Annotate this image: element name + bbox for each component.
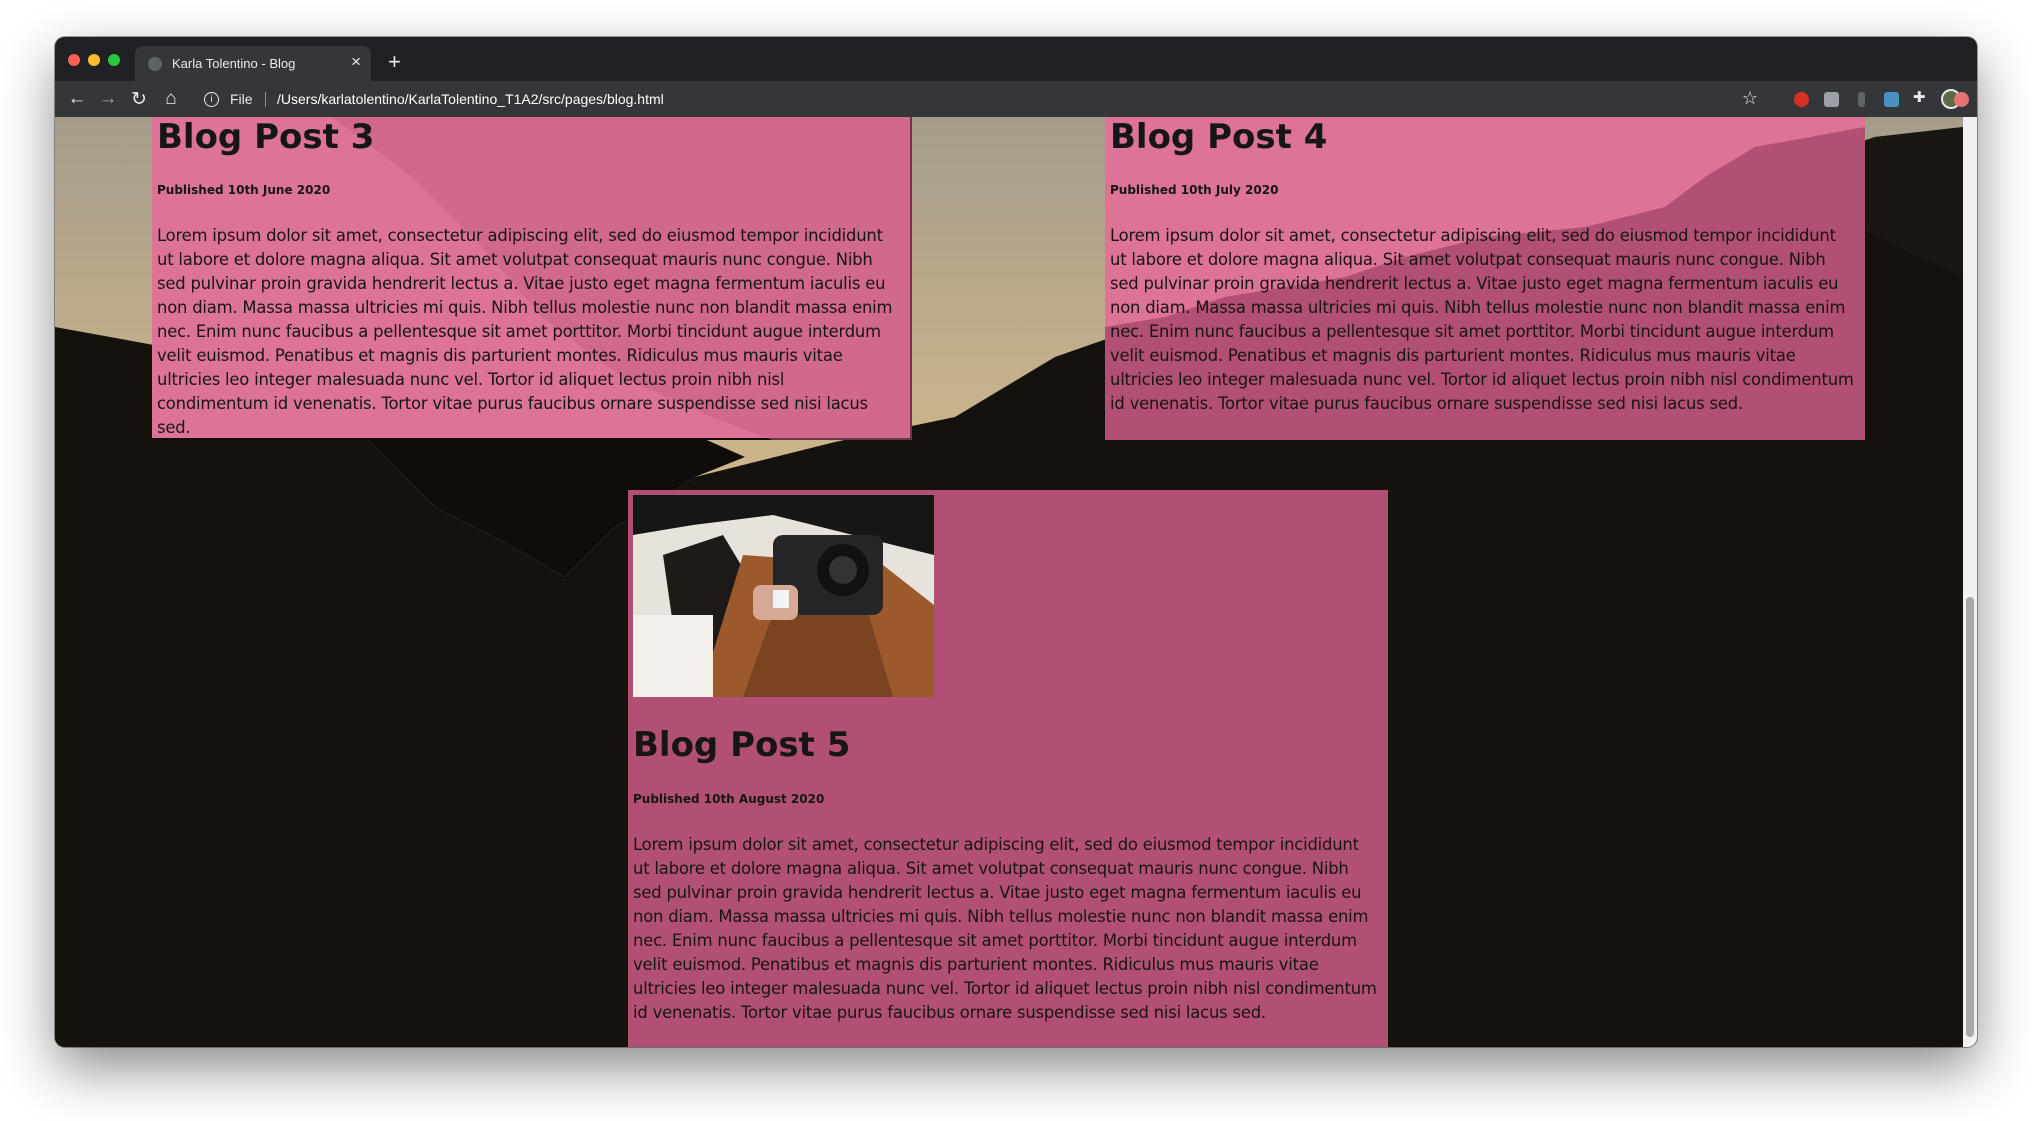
extensions-puzzle-icon[interactable]: ✚ <box>1913 88 1928 106</box>
scheme-label: File <box>230 91 253 107</box>
scrollbar-thumb[interactable] <box>1966 597 1974 1037</box>
close-tab-icon[interactable]: × <box>351 52 361 72</box>
post-body: Lorem ipsum dolor sit amet, consectetur … <box>633 835 1377 1022</box>
info-icon[interactable]: i <box>204 92 219 107</box>
post-title: Blog Post 3 <box>157 117 375 157</box>
vertical-scrollbar[interactable] <box>1963 117 1977 1047</box>
browser-window: Karla Tolentino - Blog × + ← → ↻ ⌂ i Fil… <box>55 37 1977 1047</box>
browser-tab[interactable]: Karla Tolentino - Blog × <box>135 46 371 81</box>
back-arrow-icon[interactable]: ← <box>66 88 88 110</box>
post-body: Lorem ipsum dolor sit amet, consectetur … <box>157 226 893 437</box>
reload-icon[interactable]: ↻ <box>128 88 150 111</box>
blog-post-card: Blog Post 3 Published 10th June 2020 Lor… <box>152 117 912 440</box>
post-body: Lorem ipsum dolor sit amet, consectetur … <box>1110 226 1854 413</box>
forward-arrow-icon[interactable]: → <box>97 88 119 110</box>
tab-title: Karla Tolentino - Blog <box>172 56 296 71</box>
maximize-window-button[interactable] <box>108 54 120 66</box>
browser-toolbar: ← → ↻ ⌂ i File /Users/karlatolentino/Kar… <box>55 81 1977 117</box>
star-icon[interactable]: ☆ <box>1742 88 1758 109</box>
close-window-button[interactable] <box>68 54 80 66</box>
post-date: Published 10th August 2020 <box>633 792 825 806</box>
globe-icon <box>148 57 162 71</box>
post-date: Published 10th June 2020 <box>157 183 331 197</box>
divider <box>265 92 266 107</box>
page-viewport: Blog Post 3 Published 10th June 2020 Lor… <box>55 117 1963 1047</box>
new-tab-button[interactable]: + <box>388 49 401 75</box>
title-bar: Karla Tolentino - Blog × + <box>55 37 1977 81</box>
post-date: Published 10th July 2020 <box>1110 183 1279 197</box>
post-title: Blog Post 5 <box>633 725 851 765</box>
extension-icon[interactable] <box>1858 92 1865 107</box>
post-image <box>633 495 934 697</box>
extension-icon[interactable] <box>1884 92 1899 107</box>
post-title: Blog Post 4 <box>1110 117 1328 157</box>
address-bar[interactable]: i File /Users/karlatolentino/KarlaTolent… <box>192 85 1770 113</box>
extension-icon[interactable] <box>1954 92 1969 107</box>
blog-post-card: Blog Post 4 Published 10th July 2020 Lor… <box>1105 117 1865 440</box>
extension-icon[interactable] <box>1794 92 1809 107</box>
extension-icon[interactable] <box>1824 92 1839 107</box>
home-icon[interactable]: ⌂ <box>160 88 182 110</box>
url-text[interactable]: /Users/karlatolentino/KarlaTolentino_T1A… <box>277 91 664 107</box>
minimize-window-button[interactable] <box>88 54 100 66</box>
blog-post-card: Blog Post 5 Published 10th August 2020 L… <box>628 490 1388 1047</box>
